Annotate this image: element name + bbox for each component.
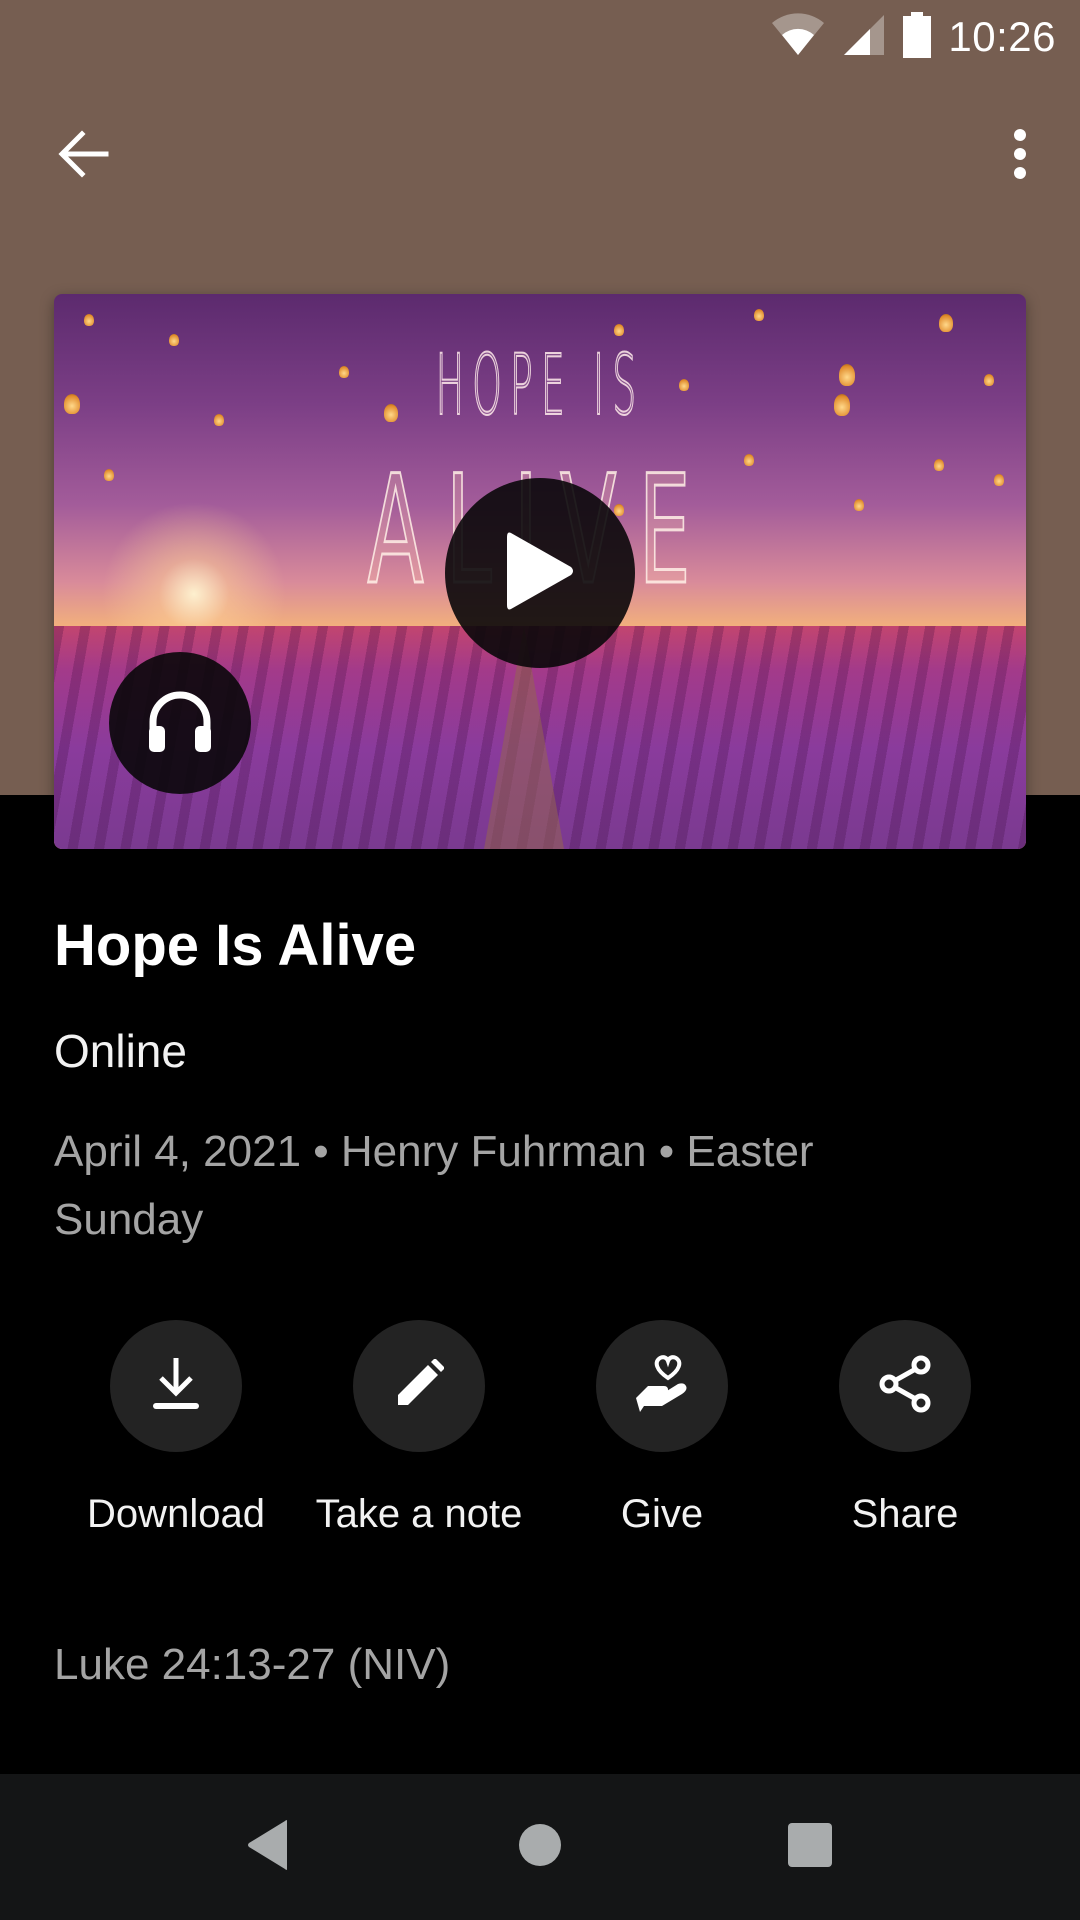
lantern <box>984 374 994 386</box>
download-circle <box>110 1320 242 1452</box>
action-row: Download Take a note Give Share <box>0 1320 1080 1540</box>
sermon-meta: April 4, 2021 • Henry Fuhrman • Easter S… <box>54 1127 814 1244</box>
headphones-icon <box>145 688 215 759</box>
download-icon <box>151 1356 201 1417</box>
app-bar <box>0 100 1080 212</box>
share-button[interactable]: Share <box>785 1320 1025 1537</box>
download-button[interactable]: Download <box>56 1320 296 1537</box>
sermon-title: Hope Is Alive <box>54 913 417 978</box>
arrow-left-icon <box>56 129 110 183</box>
take-note-circle <box>353 1320 485 1452</box>
lantern <box>214 414 224 426</box>
play-icon <box>505 529 575 618</box>
more-options-button[interactable] <box>980 116 1060 196</box>
cellular-signal-icon <box>842 13 886 62</box>
system-back-button[interactable] <box>218 1802 318 1892</box>
lantern <box>614 324 624 336</box>
hand-heart-icon <box>632 1354 692 1419</box>
back-button[interactable] <box>40 116 126 196</box>
lantern <box>84 314 94 326</box>
artwork-text-top: HOPE IS <box>435 335 645 435</box>
share-icon <box>877 1354 933 1419</box>
lantern <box>64 394 80 414</box>
lantern <box>854 499 864 511</box>
give-button[interactable]: Give <box>542 1320 782 1537</box>
sermon-location: Online <box>54 1025 187 1077</box>
lantern <box>104 469 114 481</box>
lantern <box>839 364 855 386</box>
lantern <box>994 474 1004 486</box>
sermon-artwork: HOPE IS ALIVE <box>54 294 1026 849</box>
lantern <box>169 334 179 346</box>
give-circle <box>596 1320 728 1452</box>
share-circle <box>839 1320 971 1452</box>
take-note-button[interactable]: Take a note <box>299 1320 539 1537</box>
share-label: Share <box>851 1492 959 1536</box>
system-home-button[interactable] <box>490 1802 590 1892</box>
give-label: Give <box>620 1492 704 1536</box>
pencil-icon <box>394 1357 445 1414</box>
lantern <box>754 309 764 321</box>
status-bar: 10:26 <box>0 0 1080 72</box>
play-video-button[interactable] <box>445 478 635 668</box>
system-navigation-bar <box>0 1774 1080 1920</box>
lantern <box>834 394 850 416</box>
wifi-icon <box>770 12 826 62</box>
take-note-label: Take a note <box>315 1492 523 1536</box>
play-audio-button[interactable] <box>109 652 251 794</box>
back-triangle-icon <box>245 1819 291 1876</box>
download-label: Download <box>87 1492 265 1536</box>
lantern <box>939 314 953 332</box>
scripture-reference[interactable]: Luke 24:13-27 (NIV) <box>54 1640 450 1690</box>
battery-icon <box>902 11 932 63</box>
home-circle-icon <box>518 1823 562 1872</box>
status-icons: 10:26 <box>770 11 1056 63</box>
lantern <box>934 459 944 471</box>
recents-square-icon <box>787 1822 833 1873</box>
more-vertical-icon <box>1012 128 1028 184</box>
system-recents-button[interactable] <box>760 1802 860 1892</box>
status-time: 10:26 <box>948 13 1056 60</box>
